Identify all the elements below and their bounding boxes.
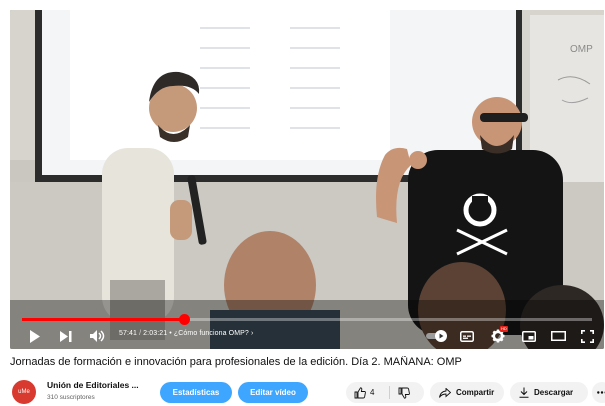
like-dislike-group: 4 (346, 382, 424, 403)
video-title: Jornadas de formación e innovación para … (10, 356, 462, 368)
download-button[interactable]: Descargar (510, 382, 588, 403)
theater-icon[interactable] (549, 327, 567, 345)
stats-button[interactable]: Estadísticas (160, 382, 232, 403)
miniplayer-icon[interactable] (520, 327, 538, 345)
share-button[interactable]: Compartir (430, 382, 504, 403)
video-player[interactable]: OMP 57:41 / 2:03:21 • ¿Cómo funciona OMP… (10, 10, 604, 349)
subscriber-count: 310 suscriptores (47, 394, 95, 401)
thumbs-up-icon (354, 386, 366, 398)
time-separator: / (139, 330, 142, 337)
share-icon (439, 387, 451, 398)
stats-label: Estadísticas (172, 388, 220, 397)
more-icon (597, 391, 605, 394)
volume-icon[interactable] (88, 327, 106, 345)
channel-avatar[interactable]: uMe (12, 380, 36, 404)
fullscreen-icon[interactable] (578, 327, 596, 345)
more-actions-button[interactable] (592, 382, 605, 403)
thumbs-down-icon (398, 387, 410, 399)
like-divider (389, 386, 390, 399)
avatar-text: uMe (18, 389, 30, 395)
play-icon[interactable] (26, 327, 44, 345)
player-controls: 57:41 / 2:03:21 • ¿Cómo funciona OMP? › … (10, 323, 604, 349)
next-icon[interactable] (57, 327, 75, 345)
video-frame[interactable]: OMP (10, 10, 604, 349)
duration: 2:03:21 (143, 330, 168, 337)
whiteboard-text: OMP (570, 44, 593, 55)
video-meta-row: uMe Unión de Editoriales ... 310 suscrip… (10, 377, 605, 406)
like-button[interactable]: 4 (354, 382, 374, 403)
youtube-watch-page: OMP 57:41 / 2:03:21 • ¿Cómo funciona OMP… (0, 0, 605, 406)
like-count: 4 (370, 388, 375, 397)
download-label: Descargar (534, 388, 574, 397)
current-time: 57:41 (119, 330, 138, 337)
hd-badge: HD (500, 326, 508, 332)
edit-video-label: Editar vídeo (250, 388, 296, 397)
subtitles-icon[interactable] (458, 327, 476, 345)
dislike-button[interactable] (398, 382, 410, 403)
channel-name[interactable]: Unión de Editoriales ... (47, 380, 139, 390)
chapter-title[interactable]: • ¿Cómo funciona OMP? › (169, 330, 253, 337)
autoplay-toggle[interactable] (424, 329, 448, 343)
progress-bar[interactable] (22, 314, 592, 325)
share-label: Compartir (456, 388, 495, 397)
time-display: 57:41 / 2:03:21 • ¿Cómo funciona OMP? › (119, 330, 253, 337)
progress-fill (22, 318, 185, 321)
download-icon (519, 387, 529, 398)
edit-video-button[interactable]: Editar vídeo (238, 382, 308, 403)
